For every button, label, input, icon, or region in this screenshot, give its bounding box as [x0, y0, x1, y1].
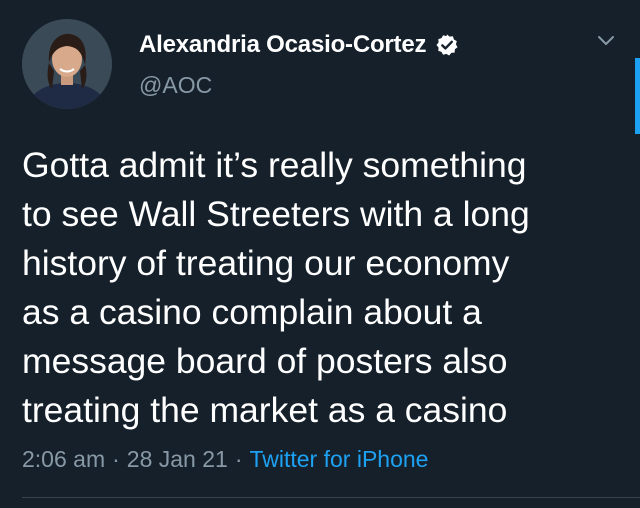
tweet-text-line: as a casino complain about a: [22, 292, 482, 332]
tweet-text-line: history of treating our economy: [22, 243, 510, 283]
author-name-row[interactable]: Alexandria Ocasio-Cortez: [139, 30, 459, 60]
avatar[interactable]: [22, 19, 112, 109]
tweet-text-line: Gotta admit it’s really something: [22, 145, 527, 185]
chevron-down-icon[interactable]: [596, 34, 616, 48]
tweet-text-line: message board of posters also: [22, 341, 508, 381]
author-handle[interactable]: @AOC: [139, 72, 212, 99]
tweet-time[interactable]: 2:06 am: [22, 446, 105, 472]
divider: [22, 497, 640, 498]
tweet-text: Gotta admit it’s really something to see…: [22, 141, 622, 435]
tweet-date[interactable]: 28 Jan 21: [127, 446, 228, 472]
tweet-card: Alexandria Ocasio-Cortez @AOC Gotta admi…: [0, 0, 640, 508]
meta-separator: ·: [112, 446, 120, 472]
tweet-text-line: to see Wall Streeters with a long: [22, 194, 530, 234]
scrollbar[interactable]: [635, 58, 640, 134]
verified-badge-icon: [435, 33, 459, 57]
profile-photo-icon: [22, 19, 112, 109]
tweet-text-line: treating the market as a casino: [22, 390, 508, 430]
tweet-meta: 2:06 am · 28 Jan 21 · Twitter for iPhone: [22, 446, 428, 473]
tweet-source-link[interactable]: Twitter for iPhone: [249, 446, 428, 472]
meta-separator: ·: [234, 446, 243, 472]
author-display-name[interactable]: Alexandria Ocasio-Cortez: [139, 31, 426, 59]
